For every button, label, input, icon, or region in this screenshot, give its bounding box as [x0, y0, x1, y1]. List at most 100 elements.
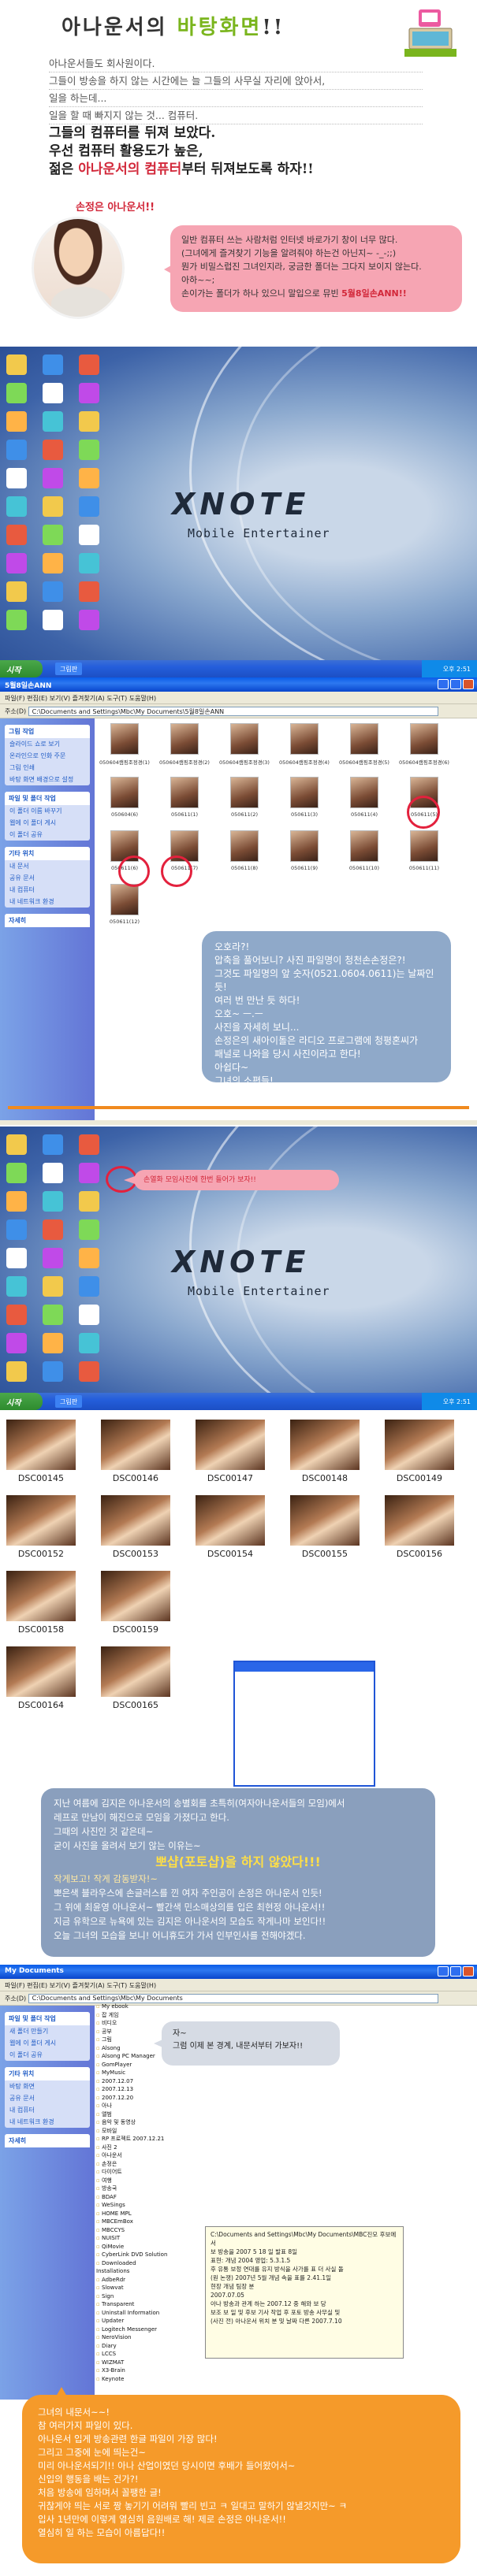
image-thumbnail[interactable]: [290, 723, 319, 755]
taskbar-item[interactable]: 그림판: [55, 1395, 83, 1408]
task-link[interactable]: 내 컴퓨터: [5, 884, 90, 896]
address-input[interactable]: C:\Documents and Settings\Mbc\My Documen…: [28, 707, 438, 716]
desktop-shortcut-icon[interactable]: [43, 496, 63, 517]
photo-thumbnail[interactable]: [101, 1420, 170, 1470]
desktop-shortcut-icon[interactable]: [79, 610, 99, 630]
image-thumbnail[interactable]: [410, 830, 438, 862]
desktop-shortcut-icon[interactable]: [6, 1191, 27, 1212]
folder-item[interactable]: 모바일: [96, 2127, 170, 2136]
desktop-shortcut-icon[interactable]: [6, 411, 27, 432]
desktop-shortcut-icon[interactable]: [43, 383, 63, 403]
taskbar-item[interactable]: 그림판: [55, 663, 83, 675]
desktop-shortcut-icon[interactable]: [43, 1219, 63, 1240]
folder-item[interactable]: NeroVision: [96, 2333, 170, 2342]
folder-item[interactable]: 잡 게임: [96, 2011, 170, 2020]
image-thumbnail[interactable]: [350, 830, 378, 862]
image-thumbnail[interactable]: [110, 884, 139, 915]
image-thumbnail[interactable]: [290, 777, 319, 808]
folder-item[interactable]: MyMusic: [96, 2069, 170, 2077]
desktop-shortcut-icon[interactable]: [79, 1333, 99, 1353]
maximize-icon[interactable]: [450, 679, 461, 689]
task-panel-header[interactable]: 파일 및 폴더 작업: [5, 2012, 90, 2025]
task-panel-header[interactable]: 파일 및 폴더 작업: [5, 792, 90, 805]
photo-thumbnail[interactable]: [290, 1495, 360, 1546]
desktop-shortcut-icon[interactable]: [6, 610, 27, 630]
task-panel-header[interactable]: 기타 위치: [5, 2067, 90, 2080]
desktop-shortcut-icon[interactable]: [79, 354, 99, 375]
image-thumbnail[interactable]: [350, 723, 378, 755]
photo-thumbnail[interactable]: [6, 1495, 76, 1546]
desktop-shortcut-icon[interactable]: [43, 1248, 63, 1268]
task-link[interactable]: 슬라이드 쇼로 보기: [5, 738, 90, 750]
desktop-shortcut-icon[interactable]: [6, 1305, 27, 1325]
desktop-shortcut-icon[interactable]: [79, 553, 99, 573]
maximize-icon[interactable]: [450, 1966, 461, 1977]
desktop-shortcut-icon[interactable]: [79, 1361, 99, 1382]
desktop-shortcut-icon[interactable]: [79, 1248, 99, 1268]
desktop-shortcut-icon[interactable]: [43, 411, 63, 432]
photo-thumbnail[interactable]: [385, 1420, 454, 1470]
image-thumbnail[interactable]: [290, 830, 319, 862]
desktop-shortcut-icon[interactable]: [43, 1361, 63, 1382]
folder-item[interactable]: 손정은: [96, 2160, 170, 2169]
folder-item[interactable]: 2007.12.07: [96, 2077, 170, 2086]
task-link[interactable]: 이 폴더 이름 바꾸기: [5, 805, 90, 817]
folder-item[interactable]: 비디오: [96, 2019, 170, 2028]
folder-item[interactable]: 공부: [96, 2028, 170, 2036]
image-thumbnail[interactable]: [170, 777, 199, 808]
task-panel-header[interactable]: 자세히: [5, 2134, 90, 2147]
desktop-shortcut-icon[interactable]: [79, 440, 99, 460]
task-link[interactable]: 이 폴더 공유: [5, 2049, 90, 2061]
minimize-icon[interactable]: [438, 679, 449, 689]
desktop-shortcut-icon[interactable]: [6, 1333, 27, 1353]
folder-item[interactable]: MBCEmBox: [96, 2218, 170, 2226]
folder-item[interactable]: Keynote: [96, 2375, 170, 2384]
folder-item[interactable]: Alsong PC Manager: [96, 2052, 170, 2061]
desktop-shortcut-icon[interactable]: [79, 1219, 99, 1240]
folder-item[interactable]: 2007.12.13: [96, 2085, 170, 2094]
desktop-shortcut-icon[interactable]: [43, 1134, 63, 1155]
desktop-shortcut-icon[interactable]: [79, 383, 99, 403]
task-link[interactable]: 웹에 이 폴더 게시: [5, 817, 90, 829]
task-panel-header[interactable]: 자세히: [5, 914, 90, 927]
photo-thumbnail[interactable]: [6, 1646, 76, 1697]
folder-item[interactable]: MBCCYS: [96, 2226, 170, 2235]
desktop-shortcut-icon[interactable]: [79, 1163, 99, 1183]
task-link[interactable]: 내 문서: [5, 860, 90, 872]
desktop-shortcut-icon[interactable]: [6, 496, 27, 517]
image-thumbnail[interactable]: [350, 777, 378, 808]
folder-item[interactable]: BDAF: [96, 2193, 170, 2202]
task-link[interactable]: 내 네트워크 환경: [5, 2116, 90, 2128]
desktop-shortcut-icon[interactable]: [43, 1276, 63, 1297]
desktop-shortcut-icon[interactable]: [79, 1134, 99, 1155]
folder-item[interactable]: Slowvat: [96, 2284, 170, 2292]
task-panel-header[interactable]: 기타 위치: [5, 847, 90, 860]
folder-item[interactable]: 다이어트: [96, 2168, 170, 2177]
image-thumbnail[interactable]: [230, 830, 259, 862]
folder-item[interactable]: My ebook: [96, 2003, 170, 2011]
desktop-shortcut-icon[interactable]: [6, 383, 27, 403]
desktop-shortcut-icon[interactable]: [6, 354, 27, 375]
folder-item[interactable]: CyberLink DVD Solution: [96, 2251, 170, 2259]
task-link[interactable]: 이 폴더 공유: [5, 829, 90, 841]
photo-thumbnail[interactable]: [101, 1646, 170, 1697]
folder-item[interactable]: 아나운서: [96, 2151, 170, 2160]
start-button[interactable]: 시작: [0, 660, 43, 677]
desktop-shortcut-icon[interactable]: [6, 1361, 27, 1382]
folder-item[interactable]: WIZMAT: [96, 2359, 170, 2367]
desktop-shortcut-icon[interactable]: [79, 1305, 99, 1325]
task-link[interactable]: 내 컴퓨터: [5, 2104, 90, 2116]
photo-thumbnail[interactable]: [6, 1420, 76, 1470]
desktop-shortcut-icon[interactable]: [43, 553, 63, 573]
task-link[interactable]: 웹에 이 폴더 게시: [5, 2037, 90, 2049]
photo-thumbnail[interactable]: [6, 1571, 76, 1621]
photo-thumbnail[interactable]: [196, 1495, 265, 1546]
desktop-shortcut-icon[interactable]: [6, 1276, 27, 1297]
folder-item[interactable]: 여행: [96, 2177, 170, 2185]
desktop-shortcut-icon[interactable]: [6, 1248, 27, 1268]
photo-thumbnail[interactable]: [385, 1495, 454, 1546]
desktop-shortcut-icon[interactable]: [6, 553, 27, 573]
image-thumbnail[interactable]: [230, 777, 259, 808]
menu-bar[interactable]: 파일(F) 편집(E) 보기(V) 즐겨찾기(A) 도구(T) 도움말(H): [0, 1979, 477, 1991]
minimize-icon[interactable]: [438, 1966, 449, 1977]
